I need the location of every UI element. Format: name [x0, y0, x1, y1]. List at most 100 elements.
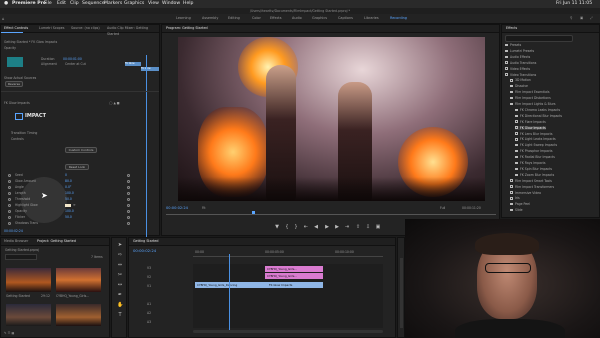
effects-tree-item[interactable]: Film Impact Essentials	[510, 90, 549, 94]
mark-out-icon[interactable]: }	[293, 224, 299, 230]
effects-tree-item[interactable]: Lumetri Presets	[505, 49, 534, 53]
effects-tree-item[interactable]: Audio Effects	[505, 55, 530, 59]
project-thumb[interactable]	[56, 304, 101, 326]
menu-window[interactable]: Window	[162, 0, 180, 8]
timeline-clip[interactable]: CYBHQ_Young_Girls...	[265, 266, 323, 272]
workspace-effects[interactable]: Effects	[270, 14, 282, 23]
stopwatch-icon[interactable]	[8, 180, 11, 183]
extract-icon[interactable]: ⇩	[365, 224, 371, 230]
timeline-clip[interactable]: CYBHQ_Young_Girls...	[265, 273, 323, 279]
workspace-learning[interactable]: Learning	[176, 14, 191, 23]
timeline-scrollbar[interactable]	[193, 330, 383, 333]
menu-sequence[interactable]: Sequence	[82, 0, 105, 8]
effects-tree-item[interactable]: Presets	[505, 43, 521, 47]
effects-tree-item[interactable]: Film Impact Transformers	[510, 185, 554, 189]
stopwatch-icon[interactable]	[8, 210, 11, 213]
app-menu[interactable]: Premiere Pro	[12, 0, 46, 8]
reset-icon[interactable]	[127, 210, 130, 213]
tab-program[interactable]: Program: Getting Started	[166, 25, 208, 31]
pen-tool-icon[interactable]: ✒	[117, 292, 123, 298]
scrub-bar[interactable]	[166, 214, 496, 215]
reset-look-button[interactable]: Reset Look	[65, 164, 89, 170]
workspace-assembly[interactable]: Assembly	[202, 14, 218, 23]
duration-value[interactable]: 00:00:01:00	[63, 57, 82, 61]
workspace-graphics[interactable]: Graphics	[312, 14, 327, 23]
reset-icon[interactable]	[127, 198, 130, 201]
tab-lumetri-scopes[interactable]: Lumetri Scopes	[39, 25, 64, 31]
effects-search-input[interactable]	[505, 35, 573, 42]
reset-icon[interactable]	[127, 216, 130, 219]
workspace-recording[interactable]: Recording	[390, 14, 407, 23]
ec-timecode[interactable]: 00:00:02:24	[4, 229, 23, 233]
workspace-captions[interactable]: Captions	[338, 14, 353, 23]
tab-timeline[interactable]: Getting Started	[133, 238, 159, 244]
stopwatch-icon[interactable]	[8, 192, 11, 195]
effects-tree-item[interactable]: Iris	[510, 196, 520, 200]
effects-tree-item[interactable]: Film Impact Smart Tools	[510, 179, 552, 183]
home-icon[interactable]: ⌂	[2, 14, 5, 23]
workspace-audio[interactable]: Audio	[292, 14, 302, 23]
video-frame[interactable]	[178, 37, 485, 201]
hand-tool-icon[interactable]: ✋	[117, 302, 123, 308]
effects-tree-item[interactable]: Audio Transitions	[505, 61, 536, 65]
effects-tree-item[interactable]: 3D Motion	[510, 78, 531, 82]
play-icon[interactable]: ▶	[324, 224, 330, 230]
search-icon[interactable]: ⚲	[570, 14, 572, 23]
reset-icon[interactable]	[127, 174, 130, 177]
stopwatch-icon[interactable]	[8, 198, 11, 201]
ec-clip-b[interactable]: FK Glow Impacts	[141, 67, 159, 71]
ec-clip-a[interactable]: FK Glow Impacts	[125, 62, 141, 66]
timeline-timecode[interactable]: 00:00:02:24	[133, 248, 156, 253]
step-forward-icon[interactable]: ▶	[334, 224, 340, 230]
project-search-input[interactable]	[5, 254, 37, 260]
project-footer-icons[interactable]: ✎ ☰ ▦	[4, 331, 14, 335]
effects-tree-item[interactable]: Immersive Video	[510, 191, 541, 195]
effects-tree-item[interactable]: Page Peel	[510, 202, 530, 206]
marker-icon[interactable]: ▼	[274, 224, 280, 230]
effects-tree-item[interactable]: FK Chroma Leaks Impacts	[515, 108, 560, 112]
fullscreen-icon[interactable]: ⤢	[590, 14, 593, 23]
reverse-checkbox[interactable]: Reverse	[5, 81, 23, 87]
eyedropper-icon[interactable]: ✒	[73, 203, 76, 207]
project-thumb[interactable]	[6, 268, 51, 292]
effects-tree-item[interactable]: Film Impact Lights & Blurs	[510, 102, 556, 106]
stopwatch-icon[interactable]	[8, 216, 11, 219]
effects-tree-item[interactable]: FK Lens Blur Impacts	[515, 132, 552, 136]
workspace-editing[interactable]: Editing	[228, 14, 240, 23]
menu-clip[interactable]: Clip	[70, 0, 79, 8]
stopwatch-icon[interactable]	[8, 186, 11, 189]
reset-icon[interactable]	[127, 222, 130, 225]
workspace-color[interactable]: Color	[252, 14, 261, 23]
tab-project[interactable]: Project: Getting Started	[37, 238, 76, 244]
reset-icon[interactable]	[127, 204, 130, 207]
razor-tool-icon[interactable]: ✂	[117, 272, 123, 278]
camera-icon[interactable]: ▣	[375, 224, 381, 230]
effects-tree-item[interactable]: FK Light Sweep Impacts	[515, 143, 557, 147]
apple-icon[interactable]: ●	[4, 0, 8, 8]
goto-in-icon[interactable]: ⇤	[303, 224, 309, 230]
step-back-icon[interactable]: ◀	[313, 224, 319, 230]
stopwatch-icon[interactable]	[8, 174, 11, 177]
menu-markers[interactable]: Markers	[104, 0, 122, 8]
scrub-playhead[interactable]	[252, 211, 255, 214]
timeline-clip[interactable]: FK Glow Impacts	[267, 282, 323, 288]
timeline-playhead[interactable]	[229, 254, 230, 330]
time-ruler[interactable]	[193, 256, 383, 257]
effect-fx-icons[interactable]: ◯ ▲ ■	[109, 101, 120, 105]
type-tool-icon[interactable]: T	[117, 312, 123, 318]
tab-audio-clip-mixer[interactable]: Audio Clip Mixer: Getting Started	[107, 25, 159, 37]
effects-tree-item[interactable]: Video Transitions	[505, 73, 536, 77]
menu-file[interactable]: File	[44, 0, 52, 8]
tab-effects[interactable]: Effects	[506, 25, 517, 31]
menu-view[interactable]: View	[148, 0, 159, 8]
effects-tree-item[interactable]: FK Directional Blur Impacts	[515, 114, 562, 118]
menu-help[interactable]: Help	[183, 0, 193, 8]
effects-tree-item[interactable]: FK Flare Impacts	[515, 120, 546, 124]
reset-icon[interactable]	[127, 180, 130, 183]
goto-out-icon[interactable]: ⇥	[344, 224, 350, 230]
effects-tree-item[interactable]: FK Zoom Blur Impacts	[515, 173, 554, 177]
alignment-value[interactable]: Center at Cut	[65, 62, 86, 66]
quality-select[interactable]: Full	[440, 206, 445, 210]
project-thumb[interactable]	[6, 304, 51, 326]
fit-select[interactable]: Fit	[202, 206, 206, 210]
